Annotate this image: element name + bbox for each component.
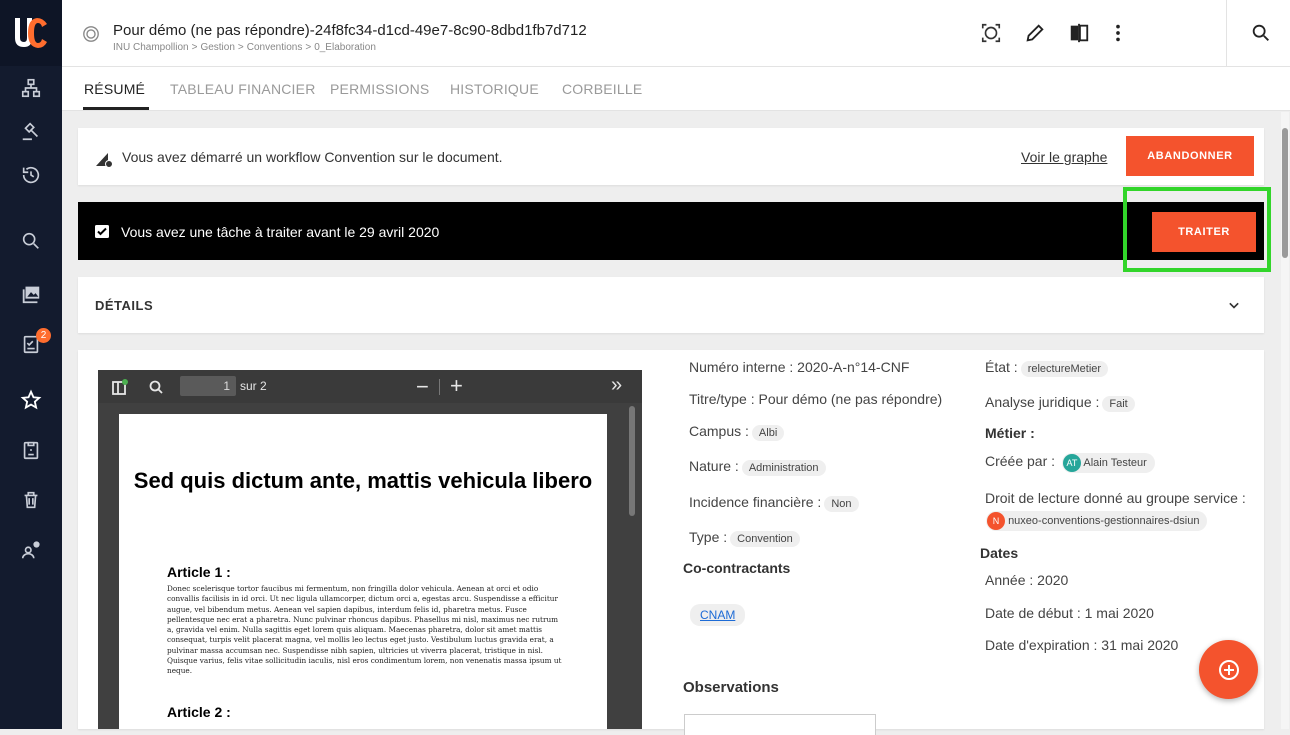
- structure-icon[interactable]: [0, 68, 62, 108]
- observations-box[interactable]: [684, 714, 876, 735]
- campus-chip: Albi: [751, 425, 785, 441]
- history-icon[interactable]: [0, 155, 62, 195]
- compare-icon[interactable]: [1066, 20, 1092, 46]
- tab-tableau-financier[interactable]: TABLEAU FINANCIER: [170, 81, 316, 97]
- left-rail: 2: [0, 0, 62, 729]
- breadcrumb: INU Champollion > Gestion > Conventions >0_El…: [113, 42, 376, 53]
- pdf-scrollbar[interactable]: [629, 406, 635, 516]
- uc-logo[interactable]: [0, 0, 62, 66]
- annee-row: Année : 2020: [985, 572, 1069, 588]
- sidebar-toggle-icon[interactable]: [111, 378, 129, 396]
- clipboard-icon[interactable]: [0, 430, 62, 470]
- date-debut-row: Date de début : 1 mai 2020: [985, 605, 1154, 621]
- favorites-icon[interactable]: [0, 380, 62, 420]
- numero-interne-row: Numéro interne : 2020-A-n°14-CNF: [689, 359, 910, 375]
- workflow-message: Vous avez démarré un workflow Convention…: [122, 149, 503, 165]
- task-message: Vous avez une tâche à traiter avant le 2…: [121, 224, 440, 240]
- page-number-input[interactable]: 1: [180, 376, 236, 396]
- incidence-chip: Non: [824, 496, 859, 512]
- tab-resume[interactable]: RÉSUMÉ: [84, 81, 145, 97]
- group-chip: N nuxeo-conventions-gestionnaires-dsiun: [986, 511, 1208, 532]
- avatar: AT: [1062, 454, 1081, 473]
- droit-lecture-row: N nuxeo-conventions-gestionnaires-dsiun: [983, 511, 1208, 532]
- highlight-box: [1123, 187, 1271, 272]
- breadcrumb-item[interactable]: Conventions: [247, 42, 303, 53]
- active-tab-indicator: [83, 107, 149, 110]
- pdf-article-1-body: Donec scelerisque tortor faucibus mi fer…: [167, 584, 562, 676]
- view-graph-link[interactable]: Voir le graphe: [1021, 149, 1107, 165]
- gavel-icon[interactable]: [0, 111, 62, 151]
- tasks-badge: 2: [36, 328, 51, 343]
- etat-row: État : relectureMetier: [985, 359, 1109, 377]
- pdf-article-2-title: Article 2 :: [167, 704, 231, 720]
- pdf-article-1-title: Article 1 :: [167, 564, 231, 580]
- user-settings-icon[interactable]: [0, 530, 62, 570]
- observations-title: Observations: [683, 679, 779, 696]
- find-icon[interactable]: [148, 379, 164, 395]
- incidence-row: Incidence financière : Non: [689, 494, 859, 512]
- edit-icon[interactable]: [1022, 20, 1048, 46]
- titre-type-row: Titre/type : Pour démo (ne pas répondre): [689, 391, 943, 407]
- workflow-banner: Vous avez démarré un workflow Convention…: [78, 128, 1264, 185]
- focus-icon[interactable]: [978, 20, 1004, 46]
- metier-title: Métier :: [985, 425, 1035, 441]
- breadcrumb-item[interactable]: INU Champollion: [113, 42, 189, 53]
- group-avatar: N: [987, 512, 1005, 531]
- tasks-icon[interactable]: 2: [0, 324, 62, 364]
- header-divider: [1226, 0, 1227, 66]
- nature-chip: Administration: [741, 460, 826, 476]
- nature-row: Nature : Administration: [689, 458, 826, 476]
- add-circle-icon: [1218, 659, 1239, 680]
- cocontractant-chip: CNAM: [690, 604, 746, 626]
- date-expiration-row: Date d'expiration : 31 mai 2020: [985, 637, 1179, 653]
- breadcrumb-item[interactable]: 0_Elaboration: [314, 42, 376, 53]
- details-title: DÉTAILS: [95, 298, 154, 313]
- tab-corbeille[interactable]: CORBEILLE: [562, 81, 642, 97]
- zoom-in-button[interactable]: +: [450, 373, 463, 399]
- dates-title: Dates: [980, 545, 1019, 561]
- zoom-out-button[interactable]: −: [416, 374, 429, 400]
- etat-chip: relectureMetier: [1020, 361, 1109, 377]
- summary-card: 1 sur 2 − + » Sed quis dictum ante, matt…: [78, 350, 1264, 735]
- breadcrumb-item[interactable]: Gestion: [200, 42, 234, 53]
- document-header: Pour démo (ne pas répondre)-24f8fc34-d1c…: [62, 0, 1290, 67]
- toolbar-separator: [439, 379, 440, 395]
- more-tools-button[interactable]: »: [611, 374, 622, 397]
- search-icon[interactable]: [0, 221, 62, 261]
- tab-permissions[interactable]: PERMISSIONS: [330, 81, 429, 97]
- details-section[interactable]: DÉTAILS: [78, 277, 1264, 333]
- cocontractants-title: Co-contractants: [683, 560, 791, 576]
- type-row: Type : Convention: [689, 529, 800, 547]
- type-chip: Convention: [730, 531, 800, 547]
- pdf-heading: Sed quis dictum ante, mattis vehicula li…: [133, 468, 593, 493]
- abandon-button[interactable]: ABANDONNER: [1126, 136, 1254, 176]
- droit-lecture-label: Droit de lecture donné au groupe service…: [985, 490, 1246, 506]
- pdf-page: Sed quis dictum ante, mattis vehicula li…: [119, 414, 607, 729]
- trash-icon[interactable]: [0, 480, 62, 520]
- analyse-chip: Fait: [1102, 396, 1135, 412]
- tab-bar: RÉSUMÉ TABLEAU FINANCIER PERMISSIONS HIS…: [62, 67, 1290, 111]
- collections-icon[interactable]: [0, 274, 62, 314]
- workflow-icon: [96, 153, 113, 168]
- logo-icon: [15, 18, 47, 48]
- page-count: sur 2: [240, 379, 267, 393]
- document-title: Pour démo (ne pas répondre)-24f8fc34-d1c…: [113, 22, 587, 39]
- document-type-icon: [83, 26, 99, 42]
- pdf-viewer[interactable]: 1 sur 2 − + » Sed quis dictum ante, matt…: [98, 370, 642, 729]
- pdf-toolbar: 1 sur 2 − + »: [98, 370, 642, 403]
- task-check-icon: [95, 225, 109, 238]
- cocontractant-link[interactable]: CNAM: [700, 608, 735, 622]
- task-banner: Vous avez une tâche à traiter avant le 2…: [78, 202, 1264, 260]
- creator-chip: AT Alain Testeur: [1061, 453, 1155, 474]
- chevron-down-icon[interactable]: [1224, 295, 1244, 315]
- creee-par-row: Créée par : AT Alain Testeur: [985, 453, 1155, 474]
- tab-historique[interactable]: HISTORIQUE: [450, 81, 539, 97]
- analyse-row: Analyse juridique : Fait: [985, 394, 1135, 412]
- add-fab-button[interactable]: [1199, 640, 1258, 699]
- page-scrollbar-thumb[interactable]: [1282, 128, 1288, 258]
- campus-row: Campus : Albi: [689, 423, 785, 441]
- header-search-icon[interactable]: [1248, 20, 1274, 46]
- more-vert-icon[interactable]: [1105, 20, 1131, 46]
